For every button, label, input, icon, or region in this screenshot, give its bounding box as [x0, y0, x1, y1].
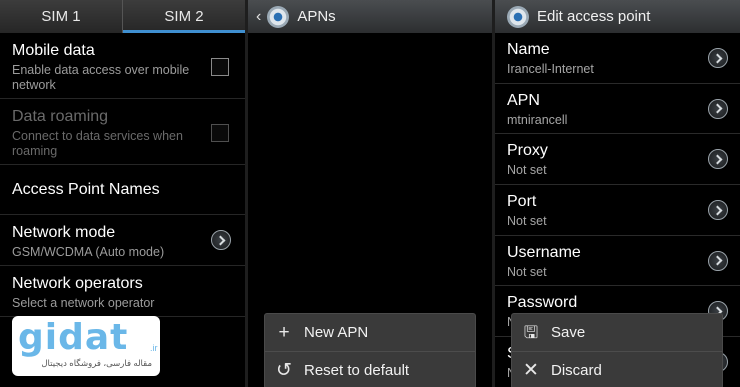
mobile-data-subtitle: Enable data access over mobile network	[12, 63, 190, 92]
network-mode-subtitle: GSM/WCDMA (Auto mode)	[12, 245, 165, 259]
chevron-right-icon	[708, 98, 728, 119]
tab-sim-1[interactable]: SIM 1	[0, 0, 122, 33]
field-proxy-label: Proxy	[507, 142, 548, 160]
apns-header: ‹ APNs	[248, 0, 492, 33]
data-roaming-title: Data roaming	[12, 108, 109, 125]
network-operators-row[interactable]: Network operators Select a network opera…	[0, 266, 245, 317]
discard-label: Discard	[551, 361, 602, 379]
field-port-row[interactable]: Port Not set	[495, 185, 740, 236]
menu-item-save[interactable]: 🖫 Save	[512, 314, 722, 351]
field-apn-label: APN	[507, 91, 540, 109]
mobile-data-row[interactable]: Mobile data Enable data access over mobi…	[0, 33, 245, 99]
field-port-label: Port	[507, 193, 537, 211]
edit-apn-options-menu: 🖫 Save ✕ Discard	[511, 313, 723, 387]
mobile-data-title: Mobile data	[12, 42, 95, 59]
close-icon: ✕	[523, 359, 539, 381]
edit-access-point-panel: Edit access point Name Irancell-Internet…	[495, 0, 740, 387]
reset-icon: ↺	[276, 359, 292, 381]
apns-title: APNs	[297, 8, 336, 25]
reset-to-default-label: Reset to default	[304, 361, 410, 379]
menu-item-reset-to-default[interactable]: ↺ Reset to default	[265, 351, 475, 387]
network-operators-title: Network operators	[12, 275, 143, 292]
data-roaming-subtitle: Connect to data services when roaming	[12, 129, 183, 158]
field-password-label: Password	[507, 294, 578, 312]
plus-icon: +	[278, 322, 290, 343]
network-mode-title: Network mode	[12, 224, 116, 241]
tab-sim-2[interactable]: SIM 2	[122, 0, 245, 33]
field-proxy-value: Not set	[507, 163, 547, 178]
field-name-label: Name	[507, 41, 550, 58]
field-apn-row[interactable]: APN mtnirancell	[495, 84, 740, 135]
network-mode-row[interactable]: Network mode GSM/WCDMA (Auto mode)	[0, 215, 245, 266]
data-roaming-checkbox	[211, 124, 229, 142]
watermark-logo: gidat .ir مقاله فارسی، فروشگاه دیجیتال	[12, 316, 160, 376]
chevron-right-icon	[708, 200, 728, 221]
new-apn-label: New APN	[304, 324, 369, 341]
chevron-right-icon	[708, 48, 728, 68]
field-port-value: Not set	[507, 214, 547, 229]
access-point-names-row[interactable]: Access Point Names	[0, 165, 245, 215]
apns-panel: ‹ APNs + New APN ↺ Reset to default	[248, 0, 492, 387]
field-username-row[interactable]: Username Not set	[495, 236, 740, 287]
apns-options-menu: + New APN ↺ Reset to default	[264, 313, 476, 387]
mobile-networks-panel: SIM 1 SIM 2 Mobile data Enable data acce…	[0, 0, 245, 387]
watermark-domain: .ir	[150, 343, 158, 353]
chevron-right-icon	[211, 230, 231, 250]
save-icon: 🖫	[523, 323, 539, 342]
watermark-logo-text: gidat	[18, 317, 129, 358]
save-label: Save	[551, 324, 586, 341]
access-point-names-title: Access Point Names	[12, 181, 160, 198]
chevron-left-icon[interactable]: ‹	[256, 8, 261, 26]
menu-item-new-apn[interactable]: + New APN	[265, 314, 475, 351]
network-operators-subtitle: Select a network operator	[12, 296, 155, 310]
settings-gear-icon	[507, 5, 529, 28]
settings-gear-icon	[267, 5, 290, 28]
field-proxy-row[interactable]: Proxy Not set	[495, 134, 740, 186]
field-apn-value: mtnirancell	[507, 112, 568, 127]
sim-tabs: SIM 1 SIM 2	[0, 0, 245, 33]
field-name-value: Irancell-Internet	[507, 62, 594, 76]
data-roaming-row: Data roaming Connect to data services wh…	[0, 99, 245, 165]
field-username-label: Username	[507, 243, 581, 261]
field-username-value: Not set	[507, 264, 547, 279]
mobile-data-checkbox[interactable]	[211, 58, 229, 76]
menu-item-discard[interactable]: ✕ Discard	[512, 351, 722, 387]
edit-access-point-header: Edit access point	[495, 0, 740, 33]
edit-access-point-title: Edit access point	[537, 8, 651, 25]
chevron-right-icon	[708, 250, 728, 271]
field-name-row[interactable]: Name Irancell-Internet	[495, 33, 740, 84]
watermark-tagline: مقاله فارسی، فروشگاه دیجیتال	[41, 358, 152, 368]
